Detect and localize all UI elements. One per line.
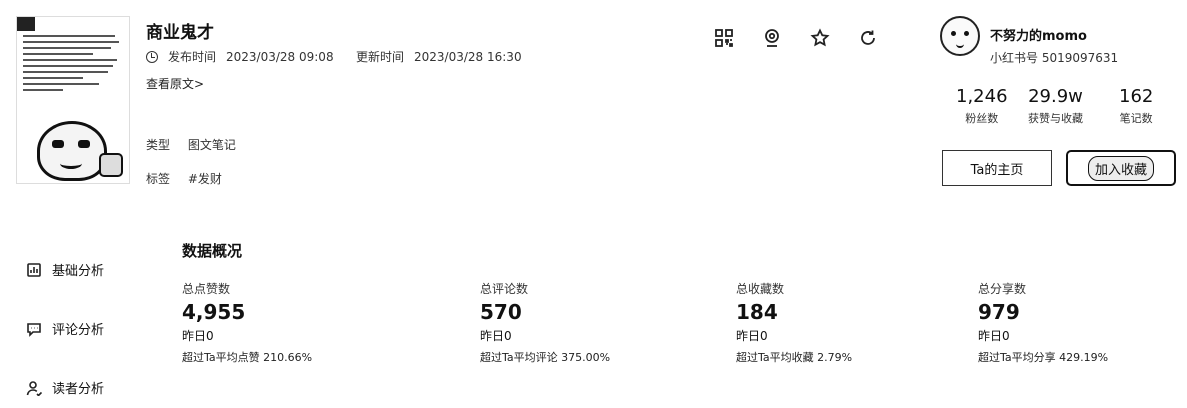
refresh-icon[interactable]	[856, 26, 880, 50]
star-icon[interactable]	[808, 26, 832, 50]
nav-label: 基础分析	[52, 264, 105, 279]
publish-label: 发布时间	[168, 50, 217, 64]
author-stat-fans: 1,246 粉丝数	[956, 86, 1008, 126]
publish-time: 2023/03/28 09:08	[226, 49, 334, 64]
metric-compare: 超过Ta平均分享 429.19%	[978, 351, 1109, 364]
author-id-label: 小红书号	[990, 51, 1039, 65]
note-thumbnail[interactable]	[16, 16, 130, 184]
author-home-button[interactable]: Ta的主页	[942, 150, 1052, 186]
metric-comments: 总评论数 570 昨日0 超过Ta平均评论 375.00%	[480, 280, 610, 365]
metric-likes: 总点赞数 4,955 昨日0 超过Ta平均点赞 210.66%	[182, 280, 312, 365]
metric-label: 总评论数	[480, 282, 529, 296]
stat-label: 笔记数	[1119, 112, 1153, 125]
nav-basic-analysis[interactable]: 基础分析	[26, 260, 104, 279]
chart-icon	[27, 262, 41, 277]
meme-face-icon	[37, 121, 107, 181]
nav-reader-analysis[interactable]: 读者分析	[26, 378, 104, 397]
metric-compare: 超过Ta平均评论 375.00%	[480, 351, 611, 364]
type-row: 类型 图文笔记	[146, 136, 236, 153]
nav-label: 读者分析	[52, 382, 105, 397]
note-toolbar	[712, 26, 880, 50]
metric-value: 570	[480, 300, 522, 324]
metric-collects: 总收藏数 184 昨日0 超过Ta平均收藏 2.79%	[736, 280, 852, 365]
metric-label: 总收藏数	[736, 282, 785, 296]
nav-label: 评论分析	[52, 323, 105, 338]
clock-icon	[146, 50, 158, 63]
overview-title: 数据概况	[182, 242, 243, 260]
stat-label: 粉丝数	[965, 112, 999, 125]
metric-value: 4,955	[182, 300, 246, 324]
metric-yesterday: 昨日0	[182, 329, 214, 343]
stat-value: 162	[1119, 86, 1154, 107]
user-icon	[26, 380, 42, 396]
author-id-value: 5019097631	[1041, 51, 1119, 65]
metric-label: 总点赞数	[182, 282, 231, 296]
update-label: 更新时间	[356, 50, 405, 64]
stat-label: 获赞与收藏	[1028, 112, 1083, 125]
author-stat-notes: 162 笔记数	[1119, 86, 1153, 126]
metric-label: 总分享数	[978, 282, 1027, 296]
tag-row: 标签 #发财	[146, 170, 222, 187]
author-name[interactable]: 不努力的momo	[990, 25, 1118, 44]
comment-icon	[27, 322, 41, 337]
nav-comment-analysis[interactable]: 评论分析	[26, 319, 104, 338]
stat-value: 1,246	[956, 86, 1008, 107]
update-row: 更新时间 2023/03/28 16:30	[356, 48, 522, 65]
camera-badge-icon	[99, 153, 123, 177]
add-favorite-label: 加入收藏	[1087, 155, 1154, 181]
metric-compare: 超过Ta平均点赞 210.66%	[182, 351, 313, 364]
thumbnail-text-lines	[23, 31, 123, 95]
type-label: 类型	[146, 138, 171, 152]
author-id: 小红书号 5019097631	[990, 49, 1118, 66]
tag-label: 标签	[146, 172, 171, 186]
camera-icon[interactable]	[760, 26, 784, 50]
note-title: 商业鬼才	[146, 23, 214, 43]
metric-value: 979	[978, 300, 1020, 324]
metric-yesterday: 昨日0	[480, 329, 512, 343]
metric-yesterday: 昨日0	[736, 329, 768, 343]
add-favorite-button[interactable]: 加入收藏	[1066, 150, 1176, 186]
image-icon	[17, 17, 35, 31]
tag-value[interactable]: #发财	[188, 172, 222, 186]
qrcode-icon[interactable]	[712, 26, 736, 50]
type-value: 图文笔记	[187, 138, 236, 152]
metric-shares: 总分享数 979 昨日0 超过Ta平均分享 429.19%	[978, 280, 1108, 365]
publish-row: 发布时间 2023/03/28 09:08	[146, 48, 334, 65]
view-source-link[interactable]: 查看原文>	[146, 75, 204, 92]
stat-value: 29.9w	[1028, 86, 1083, 107]
metric-yesterday: 昨日0	[978, 329, 1010, 343]
metric-compare: 超过Ta平均收藏 2.79%	[736, 351, 853, 364]
metric-value: 184	[736, 300, 778, 324]
author-stat-likes: 29.9w 获赞与收藏	[1028, 86, 1083, 126]
avatar[interactable]	[940, 16, 980, 56]
author-card: 不努力的momo 小红书号 5019097631	[940, 16, 1118, 66]
update-time: 2023/03/28 16:30	[414, 49, 522, 64]
